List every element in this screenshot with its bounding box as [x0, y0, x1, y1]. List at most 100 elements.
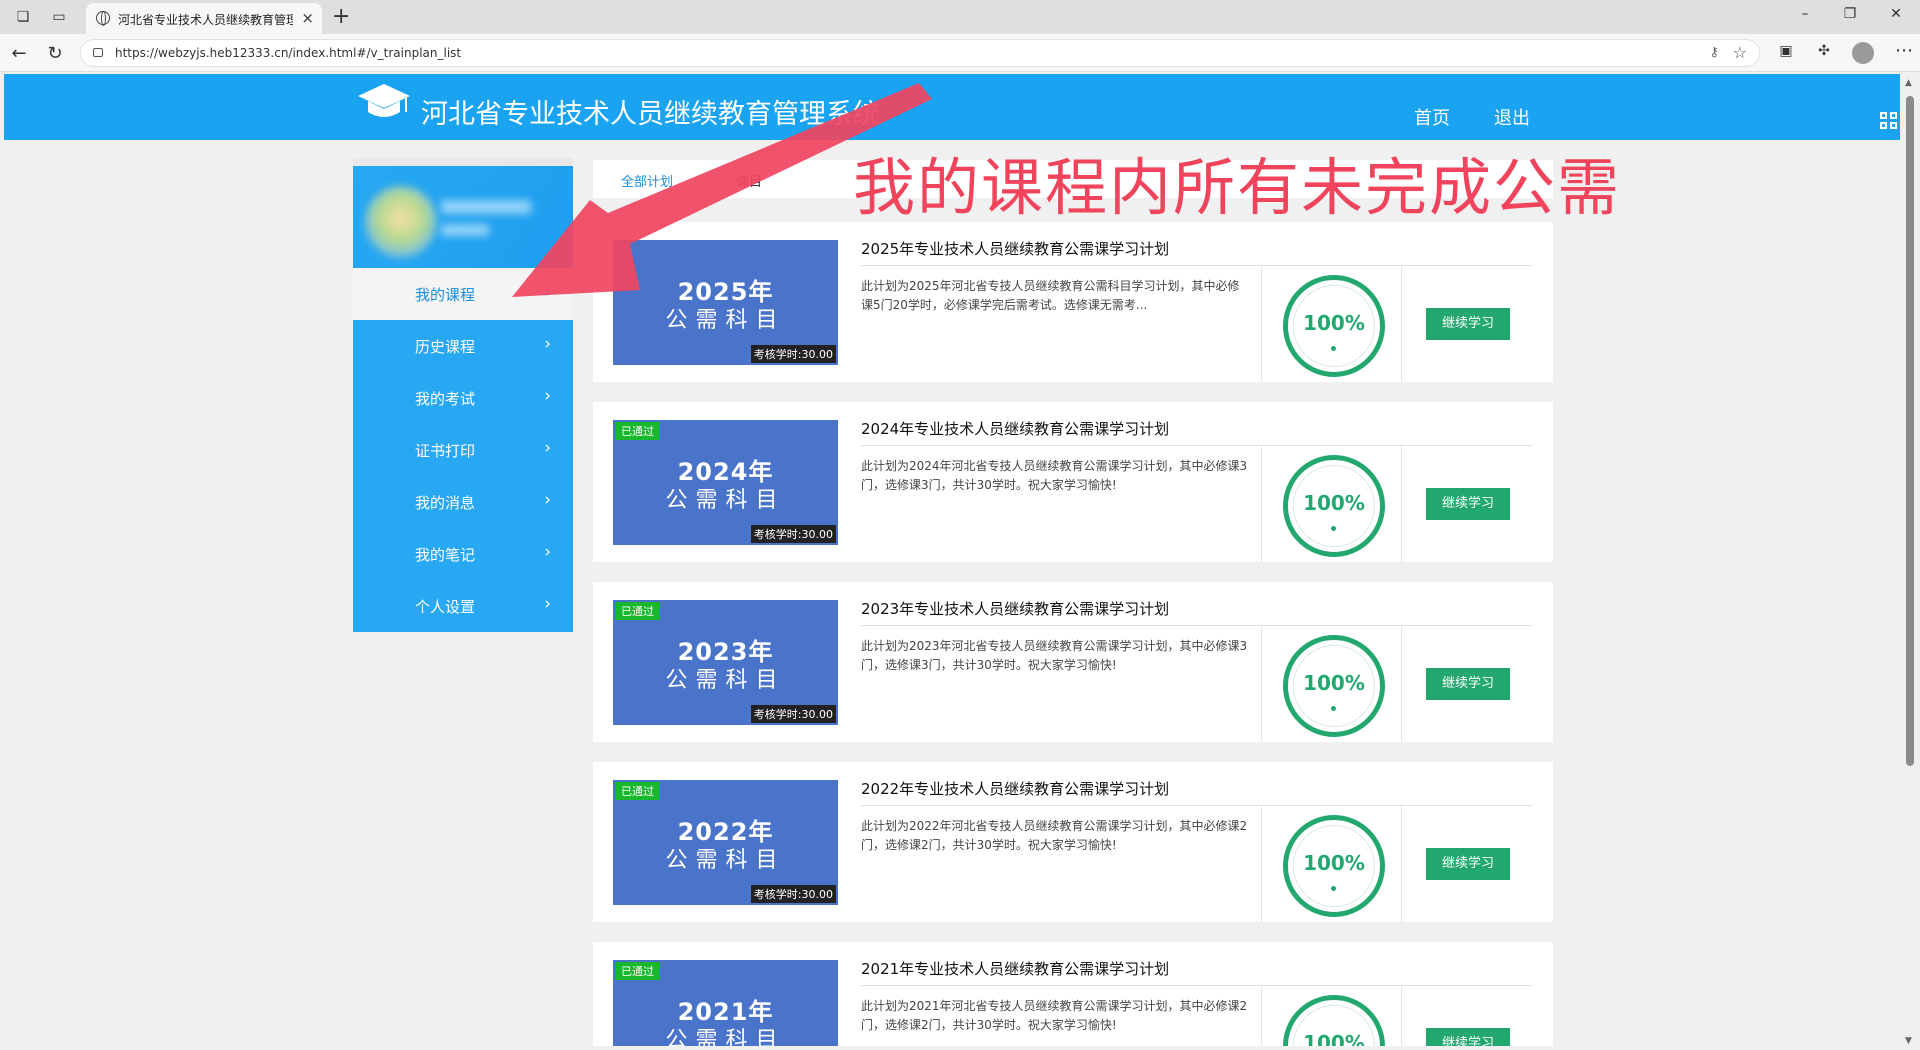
- divider: [1401, 986, 1402, 1050]
- plan-hours: 考核学时:30.00: [750, 345, 836, 363]
- chevron-right-icon: ›: [544, 386, 551, 406]
- plan-card: 已通过 2023年 公需科目 考核学时:30.00 2023年专业技术人员继续教…: [593, 582, 1553, 742]
- favorite-star-icon[interactable]: ☆: [1733, 43, 1747, 62]
- plan-thumbnail[interactable]: 2025年 公需科目 考核学时:30.00: [613, 240, 838, 365]
- browser-tab[interactable]: 河北省专业技术人员继续教育管理 ×: [86, 3, 322, 34]
- divider: [861, 265, 1533, 266]
- minimize-button[interactable]: –: [1795, 6, 1815, 22]
- sidebar-item-personal-settings[interactable]: 个人设置 ›: [353, 580, 573, 632]
- plan-thumbnail[interactable]: 已通过 2021年 公需科目: [613, 960, 838, 1050]
- maximize-button[interactable]: ❐: [1840, 6, 1860, 22]
- progress-dot: [1331, 706, 1336, 711]
- continue-learning-button[interactable]: 继续学习: [1426, 848, 1510, 880]
- plan-title[interactable]: 2022年专业技术人员继续教育公需课学习计划: [861, 778, 1169, 799]
- status-badge: 已通过: [615, 422, 660, 440]
- continue-learning-button[interactable]: 继续学习: [1426, 308, 1510, 340]
- back-icon[interactable]: ←: [8, 43, 30, 64]
- progress-percent: 100%: [1303, 491, 1365, 515]
- sidebar-menu: 我的课程 › 历史课程 › 我的考试 › 证书打印 › 我的消息 › 我的笔记 …: [353, 268, 573, 632]
- url-field[interactable]: https://webzyjs.heb12333.cn/index.html#/…: [80, 39, 1760, 67]
- progress-dot: [1331, 346, 1336, 351]
- status-badge: 已通过: [615, 962, 660, 980]
- progress-dot: [1331, 886, 1336, 891]
- page-scrollbar[interactable]: ▲ ▼: [1900, 74, 1920, 1050]
- plan-description: 此计划为2025年河北省专技人员继续教育公需科目学习计划，其中必修课5门20学时…: [861, 279, 1240, 312]
- plan-title[interactable]: 2023年专业技术人员继续教育公需课学习计划: [861, 598, 1169, 619]
- plan-description: 此计划为2024年河北省专技人员继续教育公需课学习计划，其中必修课3门，选修课3…: [861, 459, 1248, 492]
- profile-avatar[interactable]: [1852, 42, 1874, 64]
- plan-title[interactable]: 2024年专业技术人员继续教育公需课学习计划: [861, 418, 1169, 439]
- tab-all-plans[interactable]: 全部计划: [621, 171, 673, 190]
- tab-subjects[interactable]: 课目: [736, 171, 762, 190]
- close-window-button[interactable]: ✕: [1886, 6, 1906, 22]
- scroll-down-icon[interactable]: ▼: [1905, 1036, 1912, 1046]
- sidebar-item-my-exams[interactable]: 我的考试 ›: [353, 372, 573, 424]
- divider: [1401, 806, 1402, 922]
- sidebar-item-label: 历史课程: [415, 338, 476, 356]
- plan-description: 此计划为2023年河北省专技人员继续教育公需课学习计划，其中必修课3门，选修课3…: [861, 639, 1248, 672]
- user-name-blurred: [441, 200, 531, 214]
- plan-hours: 考核学时:30.00: [750, 885, 836, 903]
- divider: [861, 805, 1533, 806]
- sidebar-item-my-courses[interactable]: 我的课程 ›: [353, 268, 573, 320]
- sidebar-item-label: 我的课程: [415, 286, 476, 304]
- chevron-right-icon: ›: [544, 334, 551, 354]
- scrollbar-thumb[interactable]: [1906, 96, 1914, 766]
- workspaces-icon[interactable]: ❏: [14, 8, 32, 26]
- plan-description: 此计划为2022年河北省专技人员继续教育公需课学习计划，其中必修课2门，选修课2…: [861, 819, 1248, 852]
- plan-thumbnail[interactable]: 已通过 2024年 公需科目 考核学时:30.00: [613, 420, 838, 545]
- plan-card: 已通过 2022年 公需科目 考核学时:30.00 2022年专业技术人员继续教…: [593, 762, 1553, 922]
- annotation-text: 我的课程内所有未完成公需: [853, 151, 1622, 224]
- user-info-blurred: [441, 224, 489, 236]
- plan-card: 已通过 2021年 公需科目 2021年专业技术人员继续教育公需课学习计划 此计…: [593, 942, 1553, 1050]
- plan-title[interactable]: 2021年专业技术人员继续教育公需课学习计划: [861, 958, 1169, 979]
- extension-icon[interactable]: ▣: [1776, 43, 1796, 63]
- sidebar-item-my-notes[interactable]: 我的笔记 ›: [353, 528, 573, 580]
- sidebar-item-label: 个人设置: [415, 598, 476, 616]
- plan-hours: 考核学时:30.00: [750, 525, 836, 543]
- site-header: 河北省专业技术人员继续教育管理系统 首页 退出: [4, 74, 1900, 140]
- scroll-up-icon[interactable]: ▲: [1905, 78, 1912, 88]
- plan-subject: 公需科目: [665, 308, 786, 333]
- divider: [1401, 266, 1402, 382]
- nav-home[interactable]: 首页: [1414, 104, 1450, 130]
- user-avatar: [365, 186, 437, 258]
- status-badge: 已通过: [615, 782, 660, 800]
- refresh-icon[interactable]: ↻: [44, 43, 66, 64]
- nav-logout[interactable]: 退出: [1494, 104, 1530, 130]
- sidebar-item-my-messages[interactable]: 我的消息 ›: [353, 476, 573, 528]
- lock-icon: [93, 48, 103, 57]
- tab-actions-icon[interactable]: ▭: [50, 8, 68, 26]
- divider: [1401, 626, 1402, 742]
- progress-dot: [1331, 526, 1336, 531]
- sidebar-item-label: 我的笔记: [415, 546, 476, 564]
- progress-ring: 100%: [1283, 815, 1385, 917]
- divider: [1401, 446, 1402, 562]
- progress-ring: 100%: [1283, 455, 1385, 557]
- tab-close-icon[interactable]: ×: [301, 9, 314, 27]
- status-badge: 已通过: [615, 602, 660, 620]
- page-bottom-edge: [0, 1046, 1900, 1050]
- grid-menu-icon[interactable]: [1880, 112, 1898, 130]
- divider: [1261, 266, 1262, 382]
- continue-learning-button[interactable]: 继续学习: [1426, 488, 1510, 520]
- plan-card: 2025年 公需科目 考核学时:30.00 2025年专业技术人员继续教育公需课…: [593, 222, 1553, 382]
- chevron-right-icon: ›: [544, 542, 551, 562]
- new-tab-button[interactable]: +: [332, 4, 350, 29]
- plan-title[interactable]: 2025年专业技术人员继续教育公需课学习计划: [861, 238, 1169, 259]
- divider: [861, 985, 1533, 986]
- url-text: https://webzyjs.heb12333.cn/index.html#/…: [115, 46, 462, 60]
- plan-thumbnail[interactable]: 已通过 2022年 公需科目 考核学时:30.00: [613, 780, 838, 905]
- sidebar-item-history-courses[interactable]: 历史课程 ›: [353, 320, 573, 372]
- plan-thumbnail[interactable]: 已通过 2023年 公需科目 考核学时:30.00: [613, 600, 838, 725]
- sidebar-item-certificate-print[interactable]: 证书打印 ›: [353, 424, 573, 476]
- sidebar-item-label: 证书打印: [415, 442, 476, 460]
- plan-subject: 公需科目: [665, 848, 786, 873]
- puzzle-icon[interactable]: ✣: [1814, 43, 1834, 63]
- continue-learning-button[interactable]: 继续学习: [1426, 668, 1510, 700]
- key-icon[interactable]: ⚷: [1709, 45, 1719, 60]
- progress-ring: 100%: [1283, 635, 1385, 737]
- globe-icon: [96, 11, 110, 26]
- chevron-right-icon: ›: [544, 490, 551, 510]
- more-menu-icon[interactable]: ⋯: [1895, 40, 1913, 61]
